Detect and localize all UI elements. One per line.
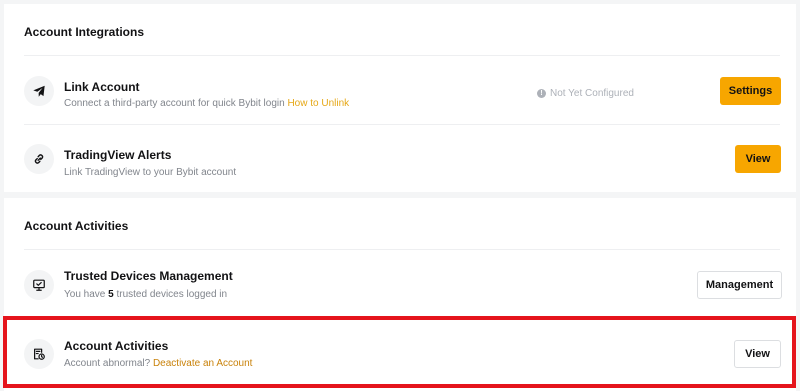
account-activities-desc-text: Account abnormal?: [64, 358, 151, 369]
trusted-devices-title: Trusted Devices Management: [64, 269, 233, 283]
link-account-status: ! Not Yet Configured: [537, 88, 634, 99]
account-integrations-title: Account Integrations: [24, 25, 145, 39]
trusted-devices-desc-suffix: trusted devices logged in: [116, 289, 228, 300]
account-activities-title: Account Activities: [24, 219, 129, 233]
chain-link-icon: [24, 144, 54, 174]
link-account-description: Connect a third-party account for quick …: [64, 98, 349, 109]
tradingview-row: TradingView Alerts Link TradingView to y…: [4, 125, 796, 192]
monitor-check-icon: [24, 270, 54, 300]
account-activities-card: Account Activities Trusted Devices Manag…: [4, 198, 796, 391]
trusted-devices-desc-prefix: You have: [64, 289, 106, 300]
settings-button[interactable]: Settings: [720, 77, 781, 105]
account-activities-row: Account Activities Account abnormal? Dea…: [4, 320, 796, 388]
paper-plane-icon: [24, 76, 54, 106]
account-activities-description: Account abnormal? Deactivate an Account: [64, 358, 252, 369]
deactivate-account-link[interactable]: Deactivate an Account: [153, 358, 253, 369]
how-to-unlink-link[interactable]: How to Unlink: [287, 98, 349, 109]
info-icon: !: [537, 89, 546, 98]
account-activities-view-button[interactable]: View: [734, 340, 781, 368]
management-button[interactable]: Management: [697, 271, 782, 299]
tradingview-view-button[interactable]: View: [735, 145, 781, 173]
status-text: Not Yet Configured: [550, 88, 634, 99]
account-activities-row-title: Account Activities: [64, 339, 169, 353]
trusted-devices-count: 5: [108, 289, 114, 300]
account-integrations-card: Account Integrations Link Account Connec…: [4, 4, 796, 192]
link-account-row: Link Account Connect a third-party accou…: [4, 56, 796, 124]
link-account-desc-text: Connect a third-party account for quick …: [64, 98, 285, 109]
tradingview-description: Link TradingView to your Bybit account: [64, 167, 237, 178]
trusted-devices-description: You have 5 trusted devices logged in: [64, 289, 227, 300]
document-clock-icon: [24, 339, 54, 369]
tradingview-title: TradingView Alerts: [64, 148, 172, 162]
trusted-devices-row: Trusted Devices Management You have 5 tr…: [4, 250, 796, 314]
link-account-title: Link Account: [64, 80, 140, 94]
